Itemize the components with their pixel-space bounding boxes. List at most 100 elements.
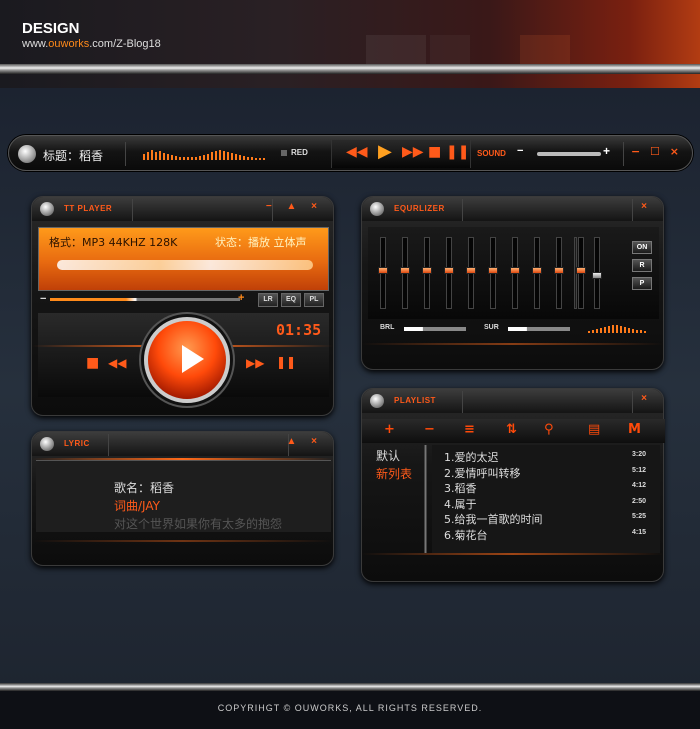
eq-on-button[interactable]: ON bbox=[632, 241, 652, 254]
playlist-logo-icon bbox=[370, 394, 384, 408]
brl-slider[interactable] bbox=[404, 327, 466, 331]
eq-band-knob[interactable] bbox=[532, 267, 542, 274]
lr-button[interactable]: LR bbox=[258, 293, 278, 307]
volume-slider[interactable] bbox=[537, 152, 601, 156]
tt-rewind-icon[interactable]: ◀◀ bbox=[108, 356, 126, 370]
eq-band-slider[interactable] bbox=[444, 237, 454, 309]
eq-band-slider[interactable] bbox=[378, 237, 388, 309]
eq-band-knob[interactable] bbox=[576, 267, 586, 274]
eq-preamp-slider[interactable] bbox=[592, 237, 602, 309]
track-duration: 2:50 bbox=[631, 497, 646, 505]
tt-time: 01:35 bbox=[276, 321, 322, 339]
eq-titlebar[interactable]: EQURLIZER × bbox=[362, 197, 663, 221]
tt-play-button[interactable] bbox=[144, 317, 230, 403]
mini-window-buttons[interactable]: − ☐ × bbox=[631, 145, 682, 158]
track-duration: 4:15 bbox=[631, 528, 646, 536]
header-divider bbox=[0, 64, 700, 74]
fast-forward-icon[interactable]: ▶▶ bbox=[402, 144, 424, 160]
playlist-title: PLAYLIST bbox=[394, 396, 436, 405]
eq-band-slider[interactable] bbox=[488, 237, 498, 309]
seek-minus-icon[interactable]: − bbox=[40, 293, 46, 305]
file-icon[interactable]: ▤ bbox=[588, 422, 600, 437]
tt-forward-icon[interactable]: ▶▶ bbox=[246, 356, 264, 370]
red-toggle-icon[interactable] bbox=[281, 150, 287, 156]
lyric-logo-icon bbox=[40, 437, 54, 451]
eq-band-slider[interactable] bbox=[422, 237, 432, 309]
seek-plus-icon[interactable]: + bbox=[238, 292, 244, 304]
track-row[interactable]: 4.属于 2:50 bbox=[444, 496, 654, 512]
eq-band-slider[interactable] bbox=[576, 237, 586, 309]
eq-band-slider[interactable] bbox=[510, 237, 520, 309]
playlist-toolbar: + − ≡ ⇅ ⚲ ▤ M bbox=[362, 419, 665, 443]
tt-player-window: TT PLAYER − ▲ × 格式：MP3 44KHZ 128K 状态：播放 … bbox=[31, 196, 334, 416]
eq-band-knob[interactable] bbox=[444, 267, 454, 274]
list-item-default[interactable]: 默认 bbox=[376, 447, 400, 464]
stop-icon[interactable]: ■ bbox=[428, 144, 441, 160]
playlist-splitter[interactable] bbox=[424, 445, 427, 553]
red-toggle-label[interactable]: RED bbox=[291, 148, 308, 157]
eq-p-button[interactable]: P bbox=[632, 277, 652, 290]
volume-up-button[interactable]: + bbox=[603, 144, 610, 158]
search-icon[interactable]: ⚲ bbox=[544, 422, 554, 437]
tt-stop-icon[interactable]: ■ bbox=[86, 355, 99, 371]
mini-spectrum bbox=[143, 148, 265, 160]
eq-band-knob[interactable] bbox=[400, 267, 410, 274]
rewind-icon[interactable]: ◀◀ bbox=[346, 144, 368, 160]
eq-band-slider[interactable] bbox=[400, 237, 410, 309]
site-url[interactable]: www.ouworks.com/Z-Blog18 bbox=[22, 38, 161, 50]
pl-button[interactable]: PL bbox=[304, 293, 324, 307]
track-row[interactable]: 5.给我一首歌的时间 5:25 bbox=[444, 511, 654, 527]
eq-band-knob[interactable] bbox=[422, 267, 432, 274]
volume-down-button[interactable]: − bbox=[517, 145, 523, 157]
eq-band-knob[interactable] bbox=[510, 267, 520, 274]
lyric-line: 对这个世界如果你有太多的抱怨 bbox=[114, 517, 283, 531]
tt-pause-icon[interactable]: ❚❚ bbox=[276, 355, 296, 369]
playlist-close-button[interactable]: × bbox=[641, 393, 653, 404]
eq-close-button[interactable]: × bbox=[641, 201, 653, 212]
track-duration: 4:12 bbox=[631, 482, 646, 489]
track-name: 1.爱的太迟 bbox=[444, 451, 499, 464]
tt-format-text: 格式：MP3 44KHZ 128K bbox=[49, 236, 178, 249]
eq-band-slider[interactable] bbox=[466, 237, 476, 309]
playlist-titlebar[interactable]: PLAYLIST × bbox=[362, 389, 663, 413]
eq-button[interactable]: EQ bbox=[281, 293, 301, 307]
playlist-window: PLAYLIST × + − ≡ ⇅ ⚲ ▤ M 默认 新列表 1.爱的太迟 3:… bbox=[361, 388, 665, 582]
mini-player-bar: 标题：稻香 RED ◀◀ ▶ ▶▶ ■ ❚❚ SOUND − + − ☐ × bbox=[8, 135, 693, 171]
eq-band-slider[interactable] bbox=[532, 237, 542, 309]
footer-divider bbox=[0, 683, 700, 691]
tt-title: TT PLAYER bbox=[64, 204, 113, 213]
lyric-window-buttons[interactable]: ▲ × bbox=[286, 436, 323, 447]
eq-band-knob[interactable] bbox=[466, 267, 476, 274]
add-icon[interactable]: + bbox=[384, 422, 395, 437]
mode-icon[interactable]: M bbox=[628, 422, 641, 437]
remove-icon[interactable]: − bbox=[424, 422, 435, 437]
track-row[interactable]: 2.爱情呼叫转移 5:12 bbox=[444, 465, 654, 481]
tt-window-buttons[interactable]: − ▲ × bbox=[266, 201, 323, 212]
lyric-line: 歌名：稻香 bbox=[114, 481, 175, 495]
play-icon[interactable]: ▶ bbox=[378, 141, 392, 162]
tt-logo-icon bbox=[40, 202, 54, 216]
eq-band-knob[interactable] bbox=[488, 267, 498, 274]
eq-band-knob[interactable] bbox=[378, 267, 388, 274]
mini-track-title: 标题：稻香 bbox=[43, 149, 104, 163]
eq-band-knob[interactable] bbox=[554, 267, 564, 274]
seek-slider[interactable] bbox=[50, 298, 240, 301]
tt-titlebar[interactable]: TT PLAYER − ▲ × bbox=[32, 197, 333, 221]
list-item-new[interactable]: 新列表 bbox=[376, 465, 412, 482]
track-row[interactable]: 1.爱的太迟 3:20 bbox=[444, 449, 654, 465]
track-row[interactable]: 3.稻香 4:12 bbox=[444, 480, 654, 496]
track-row[interactable]: 6.菊花台 4:15 bbox=[444, 527, 654, 543]
sort-icon[interactable]: ⇅ bbox=[506, 422, 517, 437]
playlist-groups: 默认 新列表 bbox=[366, 445, 424, 553]
list-icon[interactable]: ≡ bbox=[464, 422, 475, 437]
eq-r-button[interactable]: R bbox=[632, 259, 652, 272]
brand-title: DESIGN bbox=[22, 20, 80, 37]
track-name: 2.爱情呼叫转移 bbox=[444, 466, 521, 480]
lyric-titlebar[interactable]: LYRIC ▲ × bbox=[32, 432, 333, 456]
pause-icon[interactable]: ❚❚ bbox=[446, 144, 469, 160]
track-duration: 5:12 bbox=[631, 466, 646, 474]
eq-band-slider[interactable] bbox=[554, 237, 564, 309]
track-duration: 5:25 bbox=[631, 513, 646, 520]
track-list: 1.爱的太迟 3:20 2.爱情呼叫转移 5:12 3.稻香 4:12 4.属于 2:50 5.… bbox=[432, 445, 660, 553]
sur-slider[interactable] bbox=[508, 327, 570, 331]
